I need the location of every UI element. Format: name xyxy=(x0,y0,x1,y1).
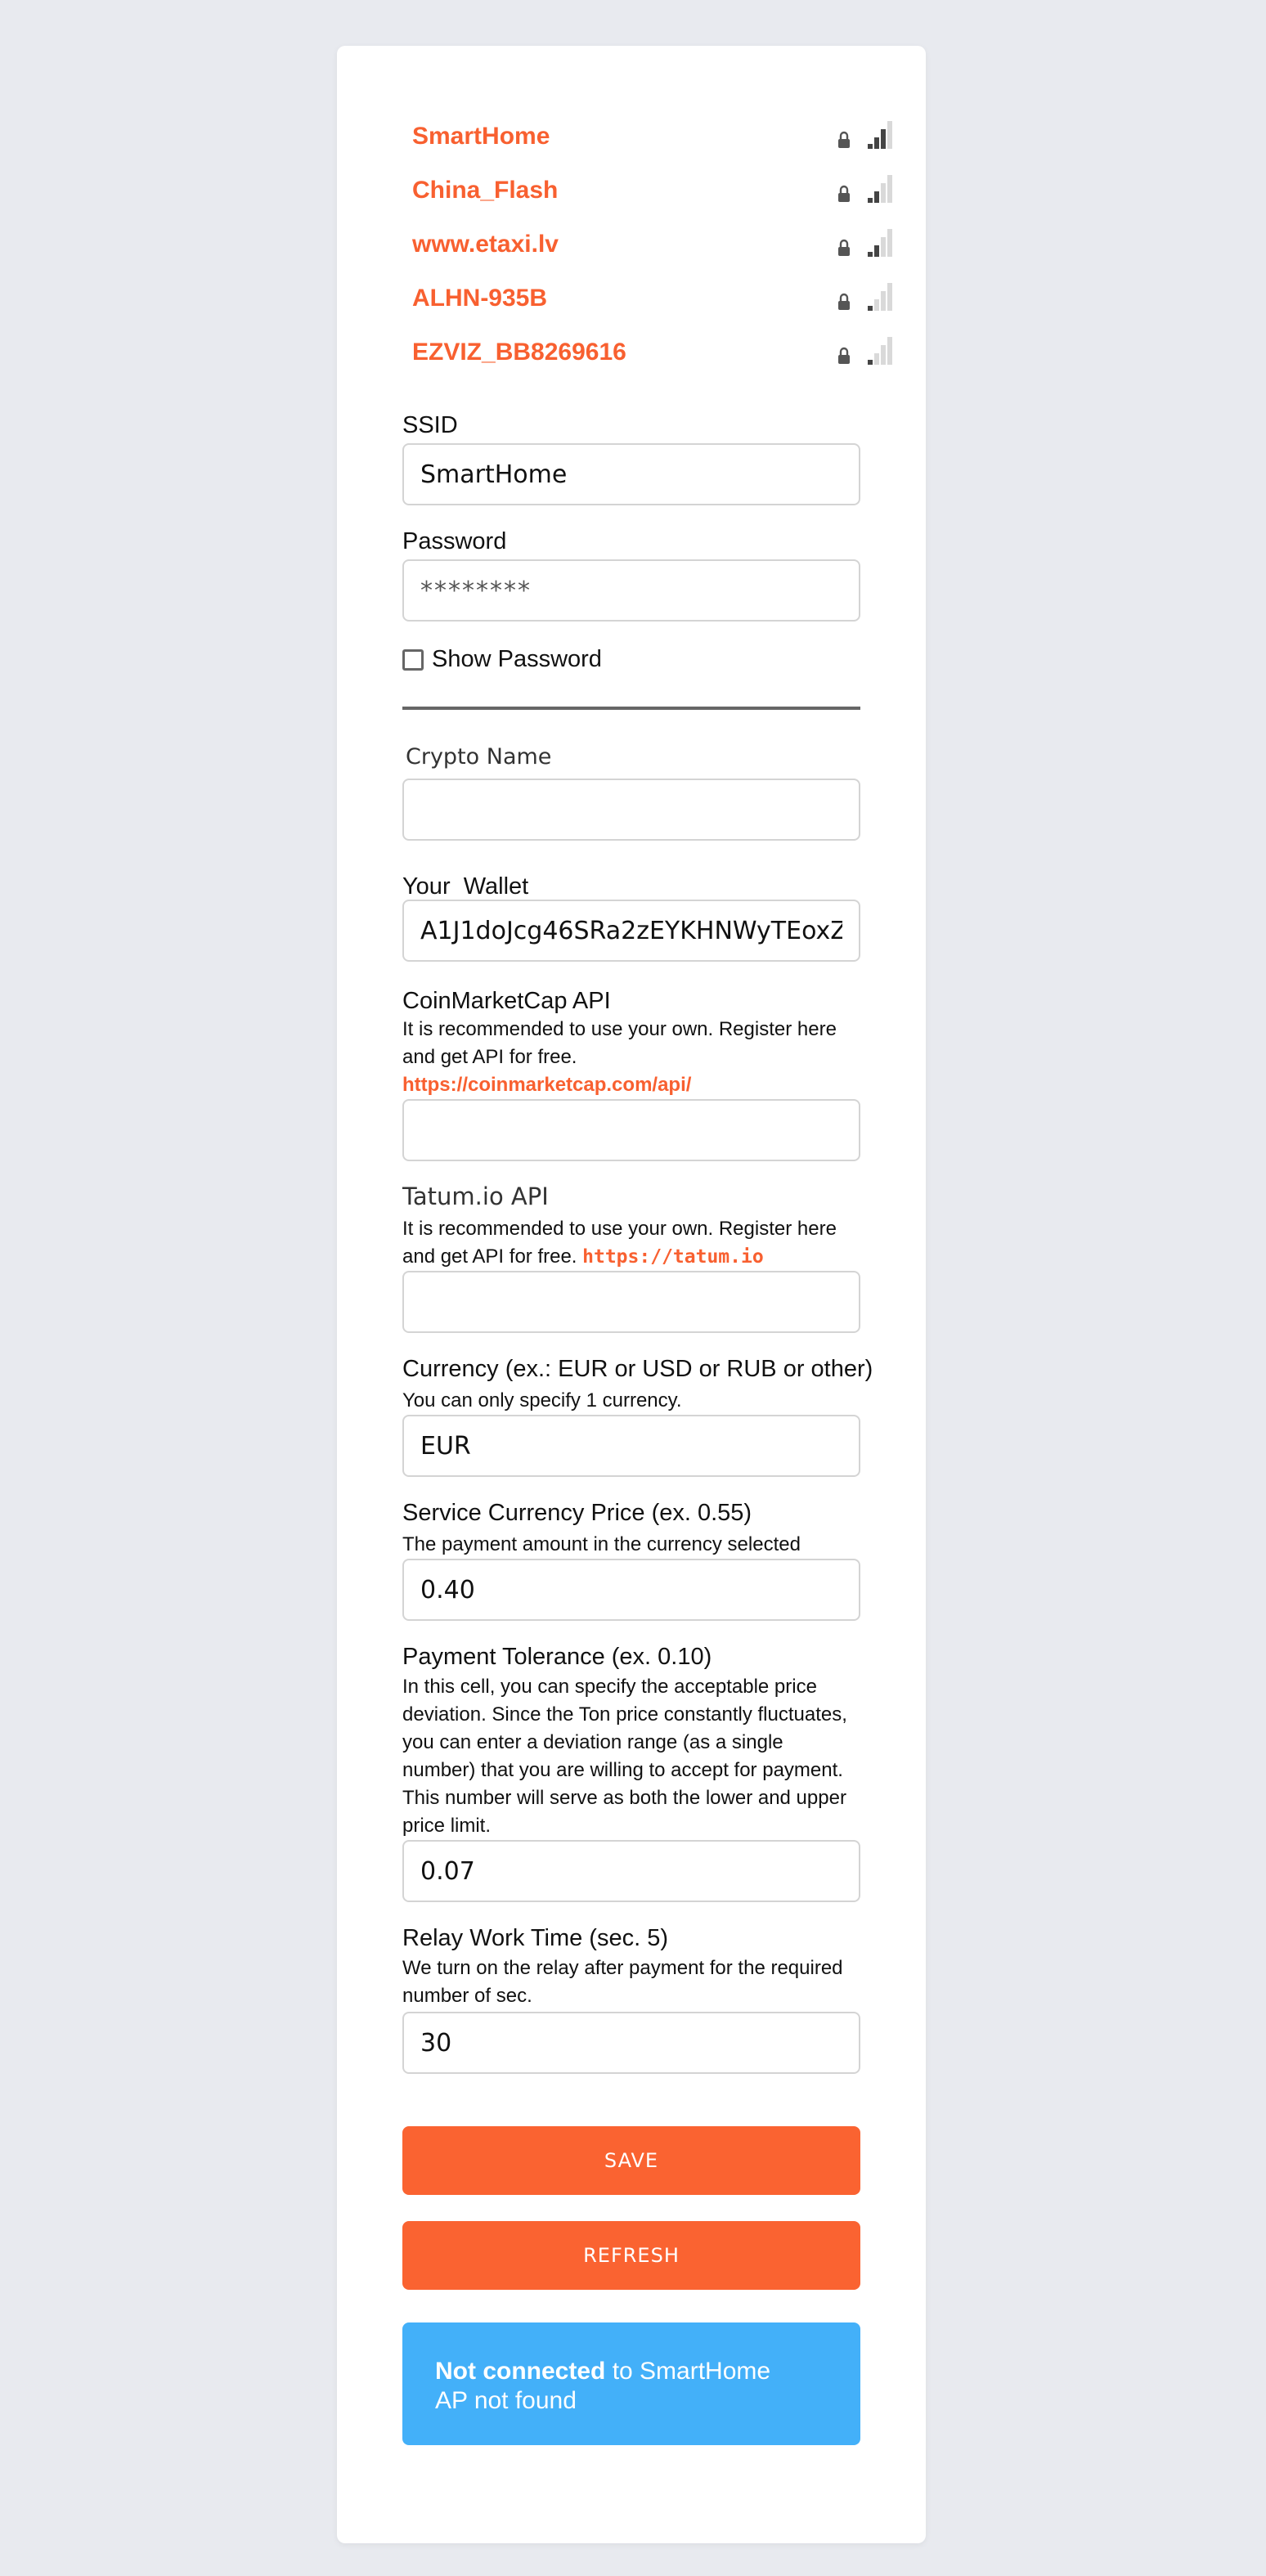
settings-card: SmartHome China_Flash www.etaxi.lv ALHN-935… xyxy=(337,46,926,2543)
signal-bar xyxy=(868,198,873,203)
signal-bar xyxy=(887,175,892,203)
lock-icon xyxy=(838,131,850,148)
signal-strength-icon xyxy=(868,283,892,311)
connection-target: to SmartHome xyxy=(605,2358,771,2385)
service-price-label: Service Currency Price (ex. 0.55) xyxy=(402,1500,752,1526)
wifi-network-ssid[interactable]: www.etaxi.lv xyxy=(412,231,559,258)
service-price-input[interactable] xyxy=(402,1559,860,1621)
wifi-network-item[interactable]: SmartHome xyxy=(402,114,892,168)
wifi-network-ssid[interactable]: China_Flash xyxy=(412,177,558,204)
connection-status-box: Not connected to SmartHome AP not found xyxy=(402,2322,860,2445)
signal-bar xyxy=(874,245,879,257)
signal-bar xyxy=(887,337,892,365)
crypto-name-input[interactable] xyxy=(402,779,860,841)
signal-bar xyxy=(874,137,879,149)
signal-bar xyxy=(881,183,886,203)
signal-bar xyxy=(868,306,873,311)
lock-icon xyxy=(838,293,850,310)
connection-detail: AP not found xyxy=(435,2387,577,2414)
coinmarketcap-api-label: CoinMarketCap API xyxy=(402,988,611,1014)
coinmarketcap-link[interactable]: https://coinmarketcap.com/api/ xyxy=(402,1074,691,1096)
coinmarketcap-api-input[interactable] xyxy=(402,1099,860,1161)
payment-tolerance-hint: In this cell, you can specify the accept… xyxy=(402,1676,847,1837)
currency-label: Currency (ex.: EUR or USD or RUB or othe… xyxy=(402,1356,873,1382)
tatum-api-hint: It is recommended to use your own. Regis… xyxy=(402,1215,860,1271)
lock-icon xyxy=(838,185,850,202)
signal-bar xyxy=(868,144,873,149)
wallet-input[interactable] xyxy=(402,900,860,962)
coinmarketcap-hint-text: It is recommended to use your own. Regis… xyxy=(402,1018,837,1068)
connection-status-line: Not connected to SmartHome xyxy=(435,2357,828,2386)
connection-state: Not connected xyxy=(435,2358,606,2385)
relay-time-input[interactable] xyxy=(402,2012,860,2074)
relay-time-label: Relay Work Time (sec. 5) xyxy=(402,1925,668,1951)
coinmarketcap-api-hint: It is recommended to use your own. Regis… xyxy=(402,1016,860,1099)
ssid-input[interactable] xyxy=(402,443,860,505)
tatum-api-label: Tatum.io API xyxy=(402,1183,549,1210)
tatum-link[interactable]: https://tatum.io xyxy=(582,1246,764,1268)
wifi-network-ssid[interactable]: SmartHome xyxy=(412,123,550,150)
signal-bar xyxy=(874,353,879,365)
wifi-network-list: SmartHome China_Flash www.etaxi.lv ALHN-935… xyxy=(402,114,892,384)
signal-bar xyxy=(881,237,886,257)
wifi-network-ssid[interactable]: ALHN-935B xyxy=(412,285,547,312)
show-password-label: Show Password xyxy=(432,646,602,672)
wifi-network-item[interactable]: China_Flash xyxy=(402,168,892,222)
wifi-network-item[interactable]: ALHN-935B xyxy=(402,276,892,330)
crypto-name-label: Crypto Name xyxy=(406,744,552,770)
show-password-checkbox[interactable] xyxy=(402,649,424,671)
password-label: Password xyxy=(402,528,507,554)
signal-bar xyxy=(874,191,879,203)
signal-bar xyxy=(881,345,886,365)
refresh-button[interactable]: REFRESH xyxy=(402,2221,860,2290)
signal-strength-icon xyxy=(868,229,892,257)
lock-icon xyxy=(838,347,850,364)
wifi-network-item[interactable]: EZVIZ_BB8269616 xyxy=(402,330,892,384)
signal-bar xyxy=(868,252,873,257)
signal-bar xyxy=(887,121,892,149)
signal-bar xyxy=(881,291,886,311)
payment-tolerance-input[interactable] xyxy=(402,1840,860,1902)
wifi-network-item[interactable]: www.etaxi.lv xyxy=(402,222,892,276)
signal-bar xyxy=(868,360,873,365)
signal-strength-icon xyxy=(868,337,892,365)
signal-strength-icon xyxy=(868,175,892,203)
signal-bar xyxy=(887,283,892,311)
currency-input[interactable] xyxy=(402,1415,860,1477)
wallet-label: Your Wallet xyxy=(402,873,529,900)
save-button[interactable]: SAVE xyxy=(402,2126,860,2195)
tatum-api-input[interactable] xyxy=(402,1271,860,1333)
relay-time-hint: We turn on the relay after payment for t… xyxy=(402,1957,843,2007)
ssid-label: SSID xyxy=(402,412,458,438)
signal-bar xyxy=(887,229,892,257)
currency-hint: You can only specify 1 currency. xyxy=(402,1389,682,1411)
password-input[interactable] xyxy=(402,559,860,622)
section-divider xyxy=(402,707,860,710)
payment-tolerance-label: Payment Tolerance (ex. 0.10) xyxy=(402,1644,712,1670)
wifi-network-ssid[interactable]: EZVIZ_BB8269616 xyxy=(412,339,626,366)
signal-bar xyxy=(881,129,886,149)
signal-bar xyxy=(874,299,879,311)
lock-icon xyxy=(838,239,850,256)
signal-strength-icon xyxy=(868,121,892,149)
